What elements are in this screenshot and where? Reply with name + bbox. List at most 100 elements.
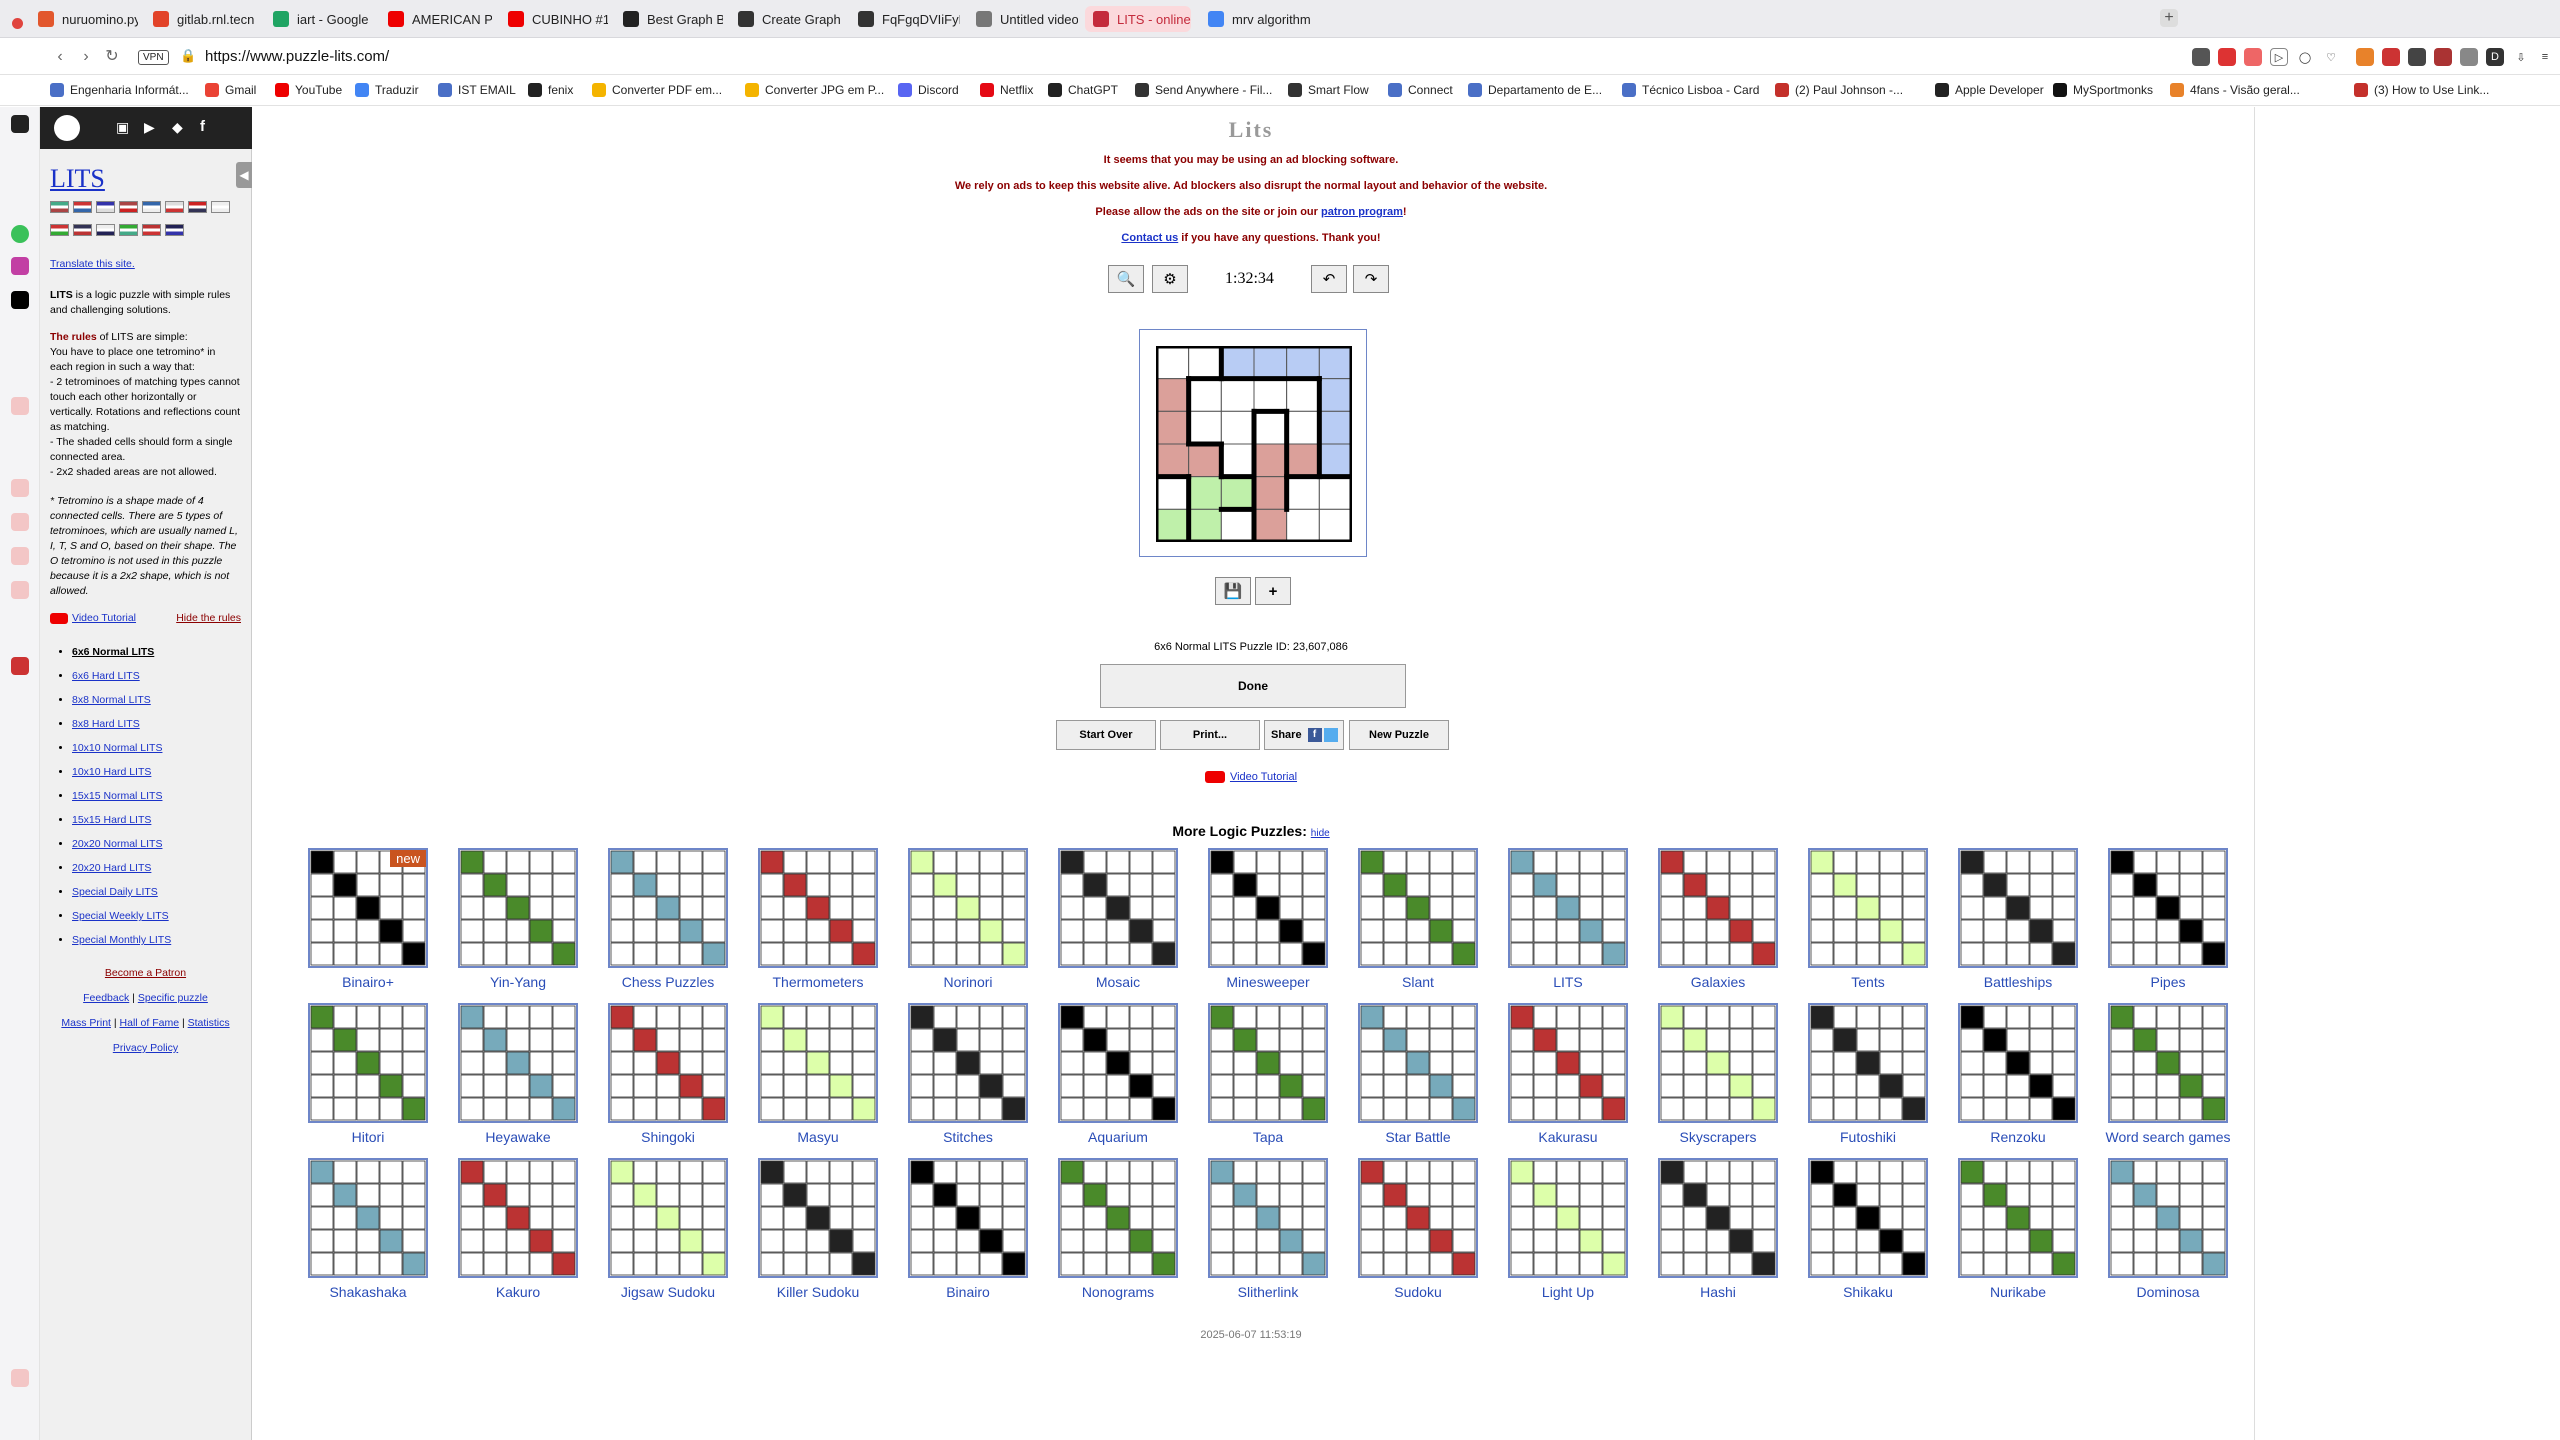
grid-cell[interactable] [1188,378,1222,412]
puzzle-thumbnail-label[interactable]: Pipes [2093,974,2243,990]
grid-cell[interactable] [1318,443,1352,478]
puzzle-thumbnail[interactable] [308,1158,428,1278]
browser-tab[interactable]: Best Graph Builder Sites [615,6,723,32]
video-tutorial-link[interactable]: Video Tutorial [50,611,136,626]
lits-puzzle-grid[interactable] [1156,346,1352,542]
whatsapp-icon[interactable] [11,225,29,243]
puzzle-thumbnail-label[interactable]: Slitherlink [1193,1284,1343,1300]
settings-button[interactable]: ⚙ [1152,265,1188,293]
grid-cell[interactable] [1253,346,1288,380]
grid-cell[interactable] [1156,346,1190,380]
youtube-icon[interactable]: ▶ [144,119,155,136]
puzzle-thumbnail-label[interactable]: Shakashaka [293,1284,443,1300]
puzzle-thumbnail[interactable] [1208,1158,1328,1278]
gx-icon[interactable] [11,1369,29,1387]
grid-cell[interactable] [1318,378,1352,412]
grid-cell[interactable] [1188,346,1222,380]
puzzle-thumbnail-label[interactable]: Heyawake [443,1129,593,1145]
puzzle-thumbnail-label[interactable]: Yin-Yang [443,974,593,990]
puzzle-thumbnail[interactable] [608,1158,728,1278]
twitter-share-icon[interactable] [1323,728,1338,742]
download-icon[interactable]: ⇩ [2512,48,2530,66]
puzzle-size-link[interactable]: 8x8 Hard LITS [72,718,140,730]
main-video-tutorial[interactable]: Video Tutorial [253,771,2249,784]
puzzle-thumbnail-label[interactable]: Battleships [1943,974,2093,990]
puzzle-size-item[interactable]: Special Monthly LITS [72,928,241,952]
extension-icon[interactable] [2408,48,2426,66]
puzzle-thumbnail[interactable] [1958,1158,2078,1278]
puzzle-thumbnail[interactable] [908,848,1028,968]
puzzle-size-link[interactable]: Special Monthly LITS [72,934,171,946]
puzzle-size-item[interactable]: 15x15 Hard LITS [72,808,241,832]
language-flag-icon[interactable] [119,224,138,236]
heart-icon[interactable]: ♡ [2322,48,2340,66]
puzzle-size-item[interactable]: Special Daily LITS [72,880,241,904]
grid-cell[interactable] [1318,476,1352,510]
browser-tab[interactable]: CUBINHO #168 - SHARK [500,6,608,32]
puzzle-thumbnail[interactable] [1808,1158,1928,1278]
language-flag-icon[interactable] [165,201,184,213]
puzzle-thumbnail[interactable] [1058,1158,1178,1278]
puzzle-thumbnail[interactable] [1958,848,2078,968]
grid-cell[interactable] [1220,476,1255,510]
puzzle-thumbnail[interactable] [1658,1003,1778,1123]
puzzle-thumbnail-label[interactable]: Renzoku [1943,1129,2093,1145]
language-flag-icon[interactable] [211,201,230,213]
language-flag-icon[interactable] [73,224,92,236]
collapse-sidebar-button[interactable]: ◀ [236,162,252,188]
puzzle-thumbnail-label[interactable]: Chess Puzzles [593,974,743,990]
grid-cell[interactable] [1318,508,1352,542]
browser-tab[interactable]: iart - Google Drive [265,6,373,32]
grid-cell[interactable] [1220,378,1255,412]
grid-cell[interactable] [1286,443,1320,478]
puzzle-thumbnail-label[interactable]: Shikaku [1793,1284,1943,1300]
grid-cell[interactable] [1253,378,1288,412]
bookmark-item[interactable]: (2) Paul Johnson -... [1775,83,1903,97]
puzzle-thumbnail-label[interactable]: Light Up [1493,1284,1643,1300]
privacy-link[interactable]: Privacy Policy [50,1041,241,1056]
patron-program-link[interactable]: patron program [1321,206,1403,218]
window-close-button[interactable] [12,18,23,29]
feedback-link[interactable]: Feedback [83,992,129,1004]
grid-cell[interactable] [1220,508,1255,542]
grid-cell[interactable] [1286,410,1320,445]
puzzle-thumbnail[interactable] [758,848,878,968]
puzzle-thumbnail[interactable] [308,1003,428,1123]
puzzle-thumbnail[interactable] [1358,1158,1478,1278]
bookmark-item[interactable]: Smart Flow [1288,83,1369,97]
new-puzzle-button[interactable]: New Puzzle [1349,720,1449,750]
grid-icon[interactable] [11,479,29,497]
statistics-link[interactable]: Statistics [188,1017,230,1029]
puzzle-thumbnail[interactable] [1808,848,1928,968]
back-icon[interactable]: ‹ [50,47,70,67]
bookmark-item[interactable]: Converter JPG em P... [745,83,884,97]
browser-tab[interactable]: nuruomino.py - main - Proj [30,6,138,32]
language-flag-icon[interactable] [188,201,207,213]
language-flag-icon[interactable] [96,224,115,236]
language-flag-icon[interactable] [142,224,161,236]
puzzle-size-link[interactable]: 10x10 Normal LITS [72,742,162,754]
grid-cell[interactable] [1286,508,1320,542]
puzzle-thumbnail[interactable] [1358,1003,1478,1123]
grid-cell[interactable] [1156,476,1190,510]
screenshot-icon[interactable] [2192,48,2210,66]
language-flag-icon[interactable] [96,201,115,213]
settings-icon[interactable] [11,581,29,599]
puzzle-thumbnail[interactable] [608,848,728,968]
grid-cell[interactable] [1188,443,1222,478]
discord-icon[interactable]: ▣ [116,119,129,136]
language-flag-icon[interactable] [50,201,69,213]
done-button[interactable]: Done [1100,664,1406,708]
puzzle-thumbnail-label[interactable]: Binairo+ [293,974,443,990]
puzzle-size-link[interactable]: 15x15 Hard LITS [72,814,151,826]
extension-icon[interactable] [2460,48,2478,66]
puzzle-size-item[interactable]: 15x15 Normal LITS [72,784,241,808]
bookmark-item[interactable]: YouTube [275,83,342,97]
browser-tab[interactable]: mrv algorithm - Pesquisa [1200,6,1310,32]
save-button[interactable]: 💾 [1215,577,1251,605]
puzzle-thumbnail-label[interactable]: Shingoki [593,1129,743,1145]
puzzle-thumbnail-label[interactable]: LITS [1493,974,1643,990]
grid-cell[interactable] [1318,346,1352,380]
puzzle-thumbnail[interactable] [1208,1003,1328,1123]
grid-cell[interactable] [1253,508,1288,542]
